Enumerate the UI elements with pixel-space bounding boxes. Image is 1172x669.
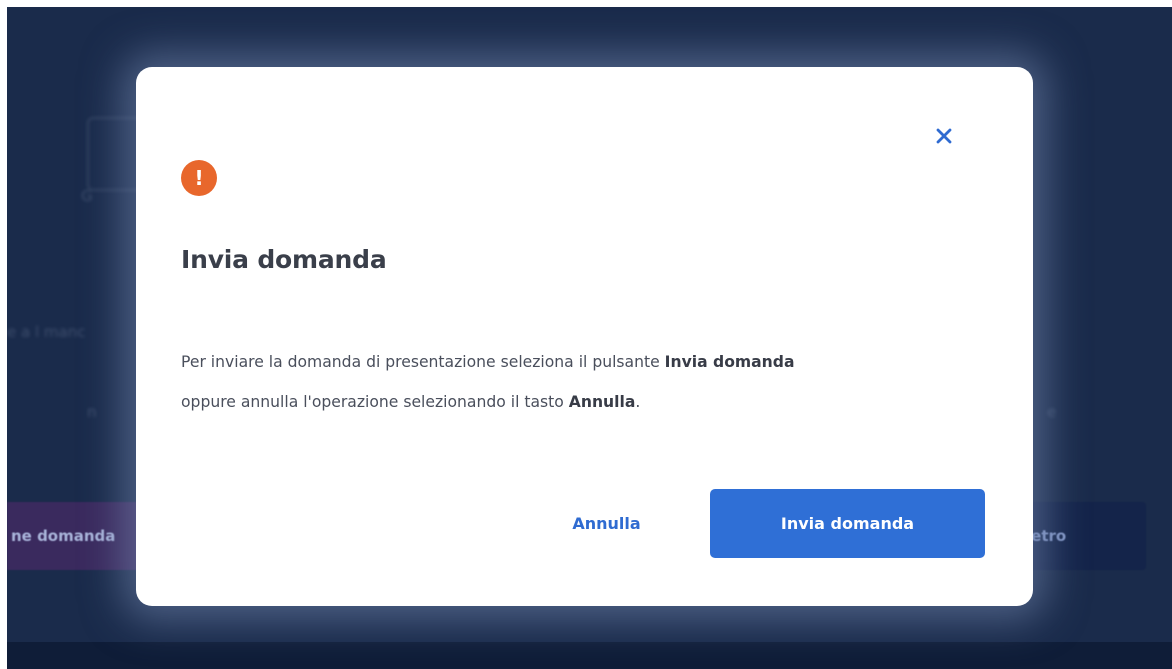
exclamation-glyph: ! bbox=[194, 166, 204, 190]
background-text: n bbox=[87, 403, 97, 421]
message-text: Per inviare la domanda di presentazione … bbox=[181, 353, 665, 371]
exclamation-icon: ! bbox=[181, 160, 217, 196]
message-text: . bbox=[635, 393, 641, 411]
message-text: oppure annulla l'operazione selezionando… bbox=[181, 393, 569, 411]
dialog-title: Invia domanda bbox=[181, 245, 387, 274]
submit-button[interactable]: Invia domanda bbox=[710, 489, 985, 558]
background-text: e a l manc bbox=[7, 323, 86, 341]
message-bold-submit: Invia domanda bbox=[664, 353, 795, 371]
dialog-message: Per inviare la domanda di presentazione … bbox=[181, 342, 991, 422]
background-submit-button: ne domanda bbox=[7, 502, 157, 570]
background-text: G bbox=[81, 187, 93, 205]
background-text: e bbox=[1047, 403, 1057, 421]
close-icon bbox=[936, 128, 952, 144]
background-footer bbox=[7, 642, 1172, 669]
close-button[interactable] bbox=[924, 116, 964, 156]
submit-dialog: ! Invia domanda Per inviare la domanda d… bbox=[136, 67, 1033, 606]
cancel-button[interactable]: Annulla bbox=[544, 489, 669, 558]
message-bold-cancel: Annulla bbox=[568, 393, 636, 411]
